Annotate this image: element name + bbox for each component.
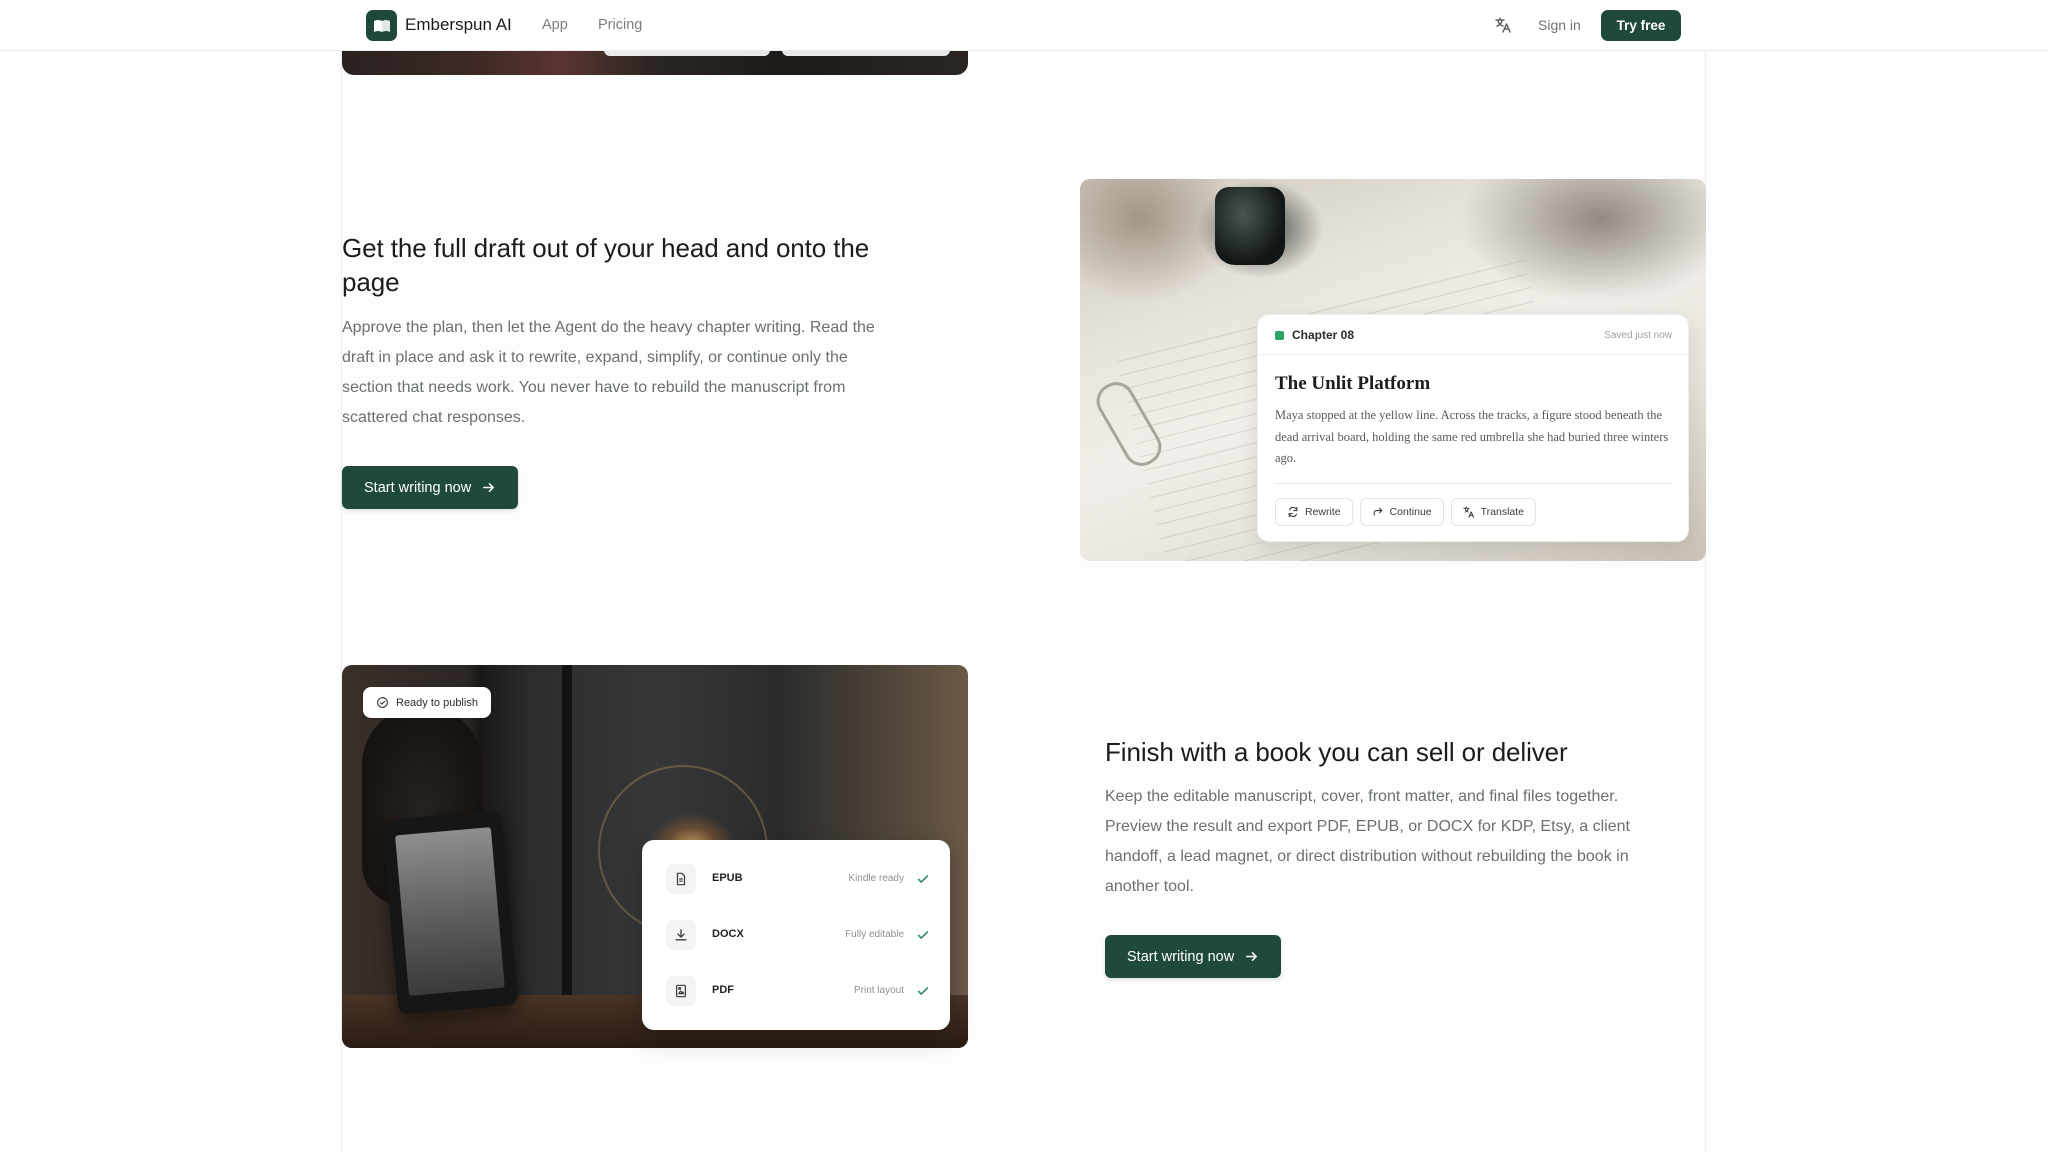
export-format-name: DOCX: [712, 928, 744, 940]
export-format-name: PDF: [712, 984, 734, 996]
export-formats-card: EPUB Kindle ready DOCX Fully editable PD…: [642, 840, 950, 1030]
translate-icon: [1495, 17, 1511, 33]
continue-button[interactable]: Continue: [1359, 498, 1444, 526]
brand-name[interactable]: Emberspun AI: [405, 15, 512, 35]
e-reader-screen: [395, 827, 505, 996]
cta-label: Start writing now: [364, 479, 472, 496]
check-icon: [917, 875, 929, 883]
arrow-right-icon: [1246, 952, 1258, 961]
continue-label: Continue: [1389, 506, 1432, 518]
chapter-label: Chapter 08: [1292, 328, 1355, 342]
export-row-epub[interactable]: EPUB Kindle ready: [666, 864, 930, 894]
chapter-title: The Unlit Platform: [1275, 373, 1431, 394]
section-body: Approve the plan, then let the Agent do …: [342, 319, 875, 426]
book-spine: [562, 665, 572, 1048]
translate-icon: [1462, 506, 1474, 518]
start-writing-button[interactable]: Start writing now: [1105, 935, 1282, 978]
rewrite-button[interactable]: Rewrite: [1275, 498, 1353, 526]
export-format-name: EPUB: [712, 872, 743, 884]
card-actions: Rewrite Continue Translate: [1275, 498, 1537, 526]
export-status: Print layout: [853, 985, 904, 996]
ready-to-publish-badge: Ready to publish: [363, 687, 491, 718]
language-button[interactable]: [1491, 13, 1515, 37]
inkwell: [1215, 187, 1285, 265]
cta-label: Start writing now: [1127, 948, 1235, 965]
translate-button[interactable]: Translate: [1450, 498, 1537, 526]
pdf-icon: [666, 976, 696, 1006]
nav-link-app[interactable]: App: [542, 17, 568, 33]
check-circle-icon: [377, 697, 388, 708]
book-icon: [373, 19, 390, 32]
logo[interactable]: [366, 10, 397, 41]
download-icon: [666, 920, 696, 950]
export-status: Kindle ready: [848, 873, 904, 884]
file-icon: [666, 864, 696, 894]
refresh-icon: [1288, 506, 1298, 518]
translate-label: Translate: [1480, 506, 1525, 518]
section-heading: Get the full draft out of your head and …: [342, 233, 870, 297]
section-heading: Finish with a book you can sell or deliv…: [1105, 737, 1568, 767]
badge-label: Ready to publish: [396, 696, 478, 709]
start-writing-button[interactable]: Start writing now: [342, 466, 519, 509]
nav-link-pricing[interactable]: Pricing: [598, 17, 642, 33]
saved-status: Saved just now: [1604, 330, 1672, 341]
export-status: Fully editable: [845, 929, 904, 940]
check-icon: [917, 987, 929, 995]
status-dot: [1275, 331, 1284, 340]
sign-in-link[interactable]: Sign in: [1538, 17, 1581, 33]
top-nav: Emberspun AI App Pricing Sign in Try fre…: [0, 0, 2048, 51]
section-body: Keep the editable manuscript, cover, fro…: [1105, 788, 1630, 895]
try-free-button[interactable]: Try free: [1601, 10, 1681, 41]
chapter-text: Maya stopped at the yellow line. Across …: [1275, 408, 1669, 465]
e-reader: [381, 810, 519, 1015]
chapter-editor-card: Chapter 08 Saved just now The Unlit Plat…: [1257, 314, 1689, 542]
export-row-pdf[interactable]: PDF Print layout: [666, 976, 930, 1006]
rewrite-label: Rewrite: [1305, 506, 1341, 518]
card-header: Chapter 08 Saved just now: [1258, 315, 1688, 355]
landing-page: Emberspun AI App Pricing Sign in Try fre…: [0, 0, 2048, 1152]
layout-guide-right: [1705, 0, 1706, 1152]
export-row-docx[interactable]: DOCX Fully editable: [666, 920, 930, 950]
check-icon: [917, 931, 929, 939]
redo-arrow-icon: [1373, 507, 1382, 516]
divider: [1275, 483, 1673, 484]
arrow-right-icon: [483, 483, 495, 492]
